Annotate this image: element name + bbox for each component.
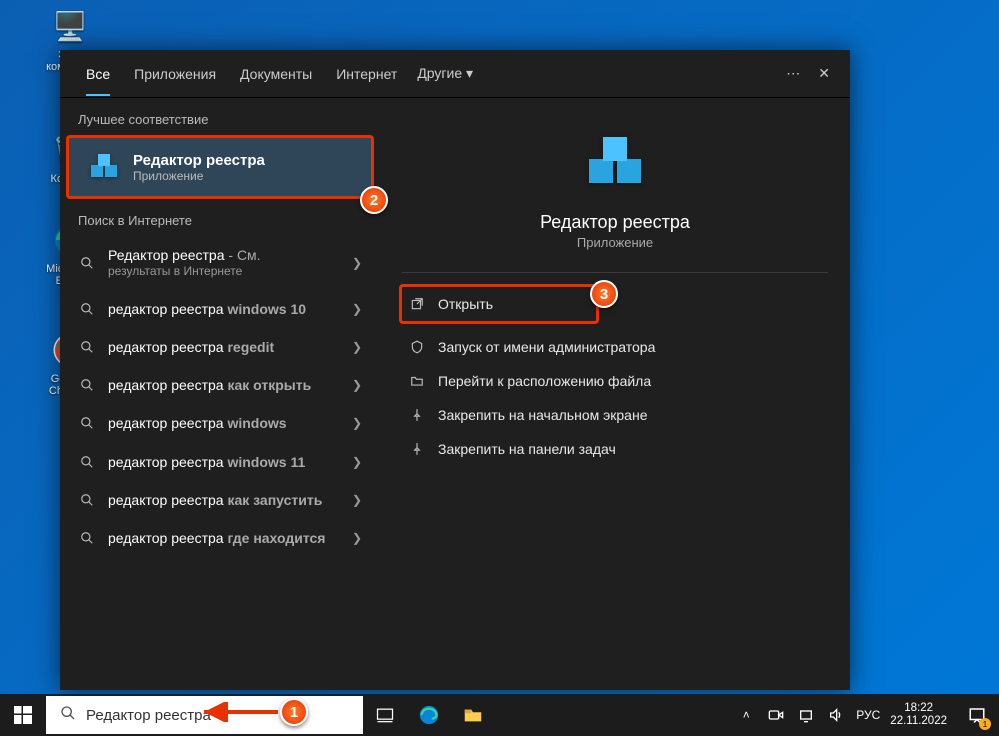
web-result[interactable]: редактор реестра как открыть ❯	[60, 366, 380, 404]
action-open[interactable]: Открыть	[402, 287, 596, 321]
web-result[interactable]: Редактор реестра - См.результаты в Интер…	[60, 236, 380, 290]
action-pin-taskbar[interactable]: Закрепить на панели задач	[402, 432, 828, 466]
search-tabs: Все Приложения Документы Интернет Другие…	[60, 50, 850, 98]
taskbar: ˄ РУС 18:22 22.11.2022 1	[0, 694, 999, 736]
annotation-arrow	[200, 702, 280, 722]
web-results-list: Редактор реестра - См.результаты в Интер…	[60, 236, 380, 557]
registry-editor-icon	[87, 150, 121, 184]
tab-documents[interactable]: Документы	[228, 52, 324, 96]
system-tray: ˄ РУС 18:22 22.11.2022	[728, 702, 955, 728]
start-search-panel: Все Приложения Документы Интернет Другие…	[60, 50, 850, 690]
web-result[interactable]: редактор реестра regedit ❯	[60, 328, 380, 366]
pin-icon	[408, 440, 426, 458]
clock-date: 22.11.2022	[890, 715, 947, 728]
web-result-text: редактор реестра как запустить	[108, 491, 340, 509]
search-icon	[78, 493, 96, 507]
search-icon	[78, 455, 96, 469]
chevron-right-icon[interactable]: ❯	[352, 378, 362, 392]
web-result[interactable]: редактор реестра windows 10 ❯	[60, 290, 380, 328]
open-icon	[408, 295, 426, 313]
tray-language[interactable]: РУС	[856, 708, 880, 722]
tray-chevron-up-icon[interactable]: ˄	[736, 705, 756, 725]
preview-subtitle: Приложение	[402, 235, 828, 250]
results-column: Лучшее соответствие Редактор реестра При…	[60, 98, 380, 690]
preview-title: Редактор реестра	[402, 212, 828, 233]
chevron-right-icon[interactable]: ❯	[352, 340, 362, 354]
action-run-as-admin[interactable]: Запуск от имени администратора	[402, 330, 828, 364]
panel-more-button[interactable]: ⋯	[786, 65, 800, 82]
search-icon	[78, 302, 96, 316]
chevron-right-icon[interactable]: ❯	[352, 256, 362, 270]
search-icon	[78, 416, 96, 430]
start-button[interactable]	[0, 694, 46, 736]
search-icon	[78, 256, 96, 270]
best-match-registry-editor[interactable]: Редактор реестра Приложение	[66, 135, 374, 199]
registry-editor-icon	[580, 128, 650, 198]
folder-icon	[408, 372, 426, 390]
web-result[interactable]: редактор реестра windows ❯	[60, 404, 380, 442]
search-icon	[78, 378, 96, 392]
chevron-right-icon[interactable]: ❯	[352, 493, 362, 507]
web-result-text: редактор реестра как открыть	[108, 376, 340, 394]
task-explorer[interactable]	[451, 694, 495, 736]
preview-column: Редактор реестра Приложение Открыть Запу…	[380, 98, 850, 690]
section-web-search: Поиск в Интернете	[60, 199, 380, 236]
panel-close-button[interactable]: ✕	[818, 65, 830, 82]
web-result-text: редактор реестра windows	[108, 414, 340, 432]
action-label: Закрепить на начальном экране	[438, 407, 648, 423]
chevron-right-icon[interactable]: ❯	[352, 416, 362, 430]
annotation-marker-2: 2	[360, 186, 388, 214]
web-result[interactable]: редактор реестра где находится ❯	[60, 519, 380, 557]
annotation-marker-1: 1	[280, 698, 308, 726]
web-result-text: Редактор реестра - См.результаты в Интер…	[108, 246, 340, 280]
action-open-file-location[interactable]: Перейти к расположению файла	[402, 364, 828, 398]
task-edge[interactable]	[407, 694, 451, 736]
action-label: Перейти к расположению файла	[438, 373, 651, 389]
pin-icon	[408, 406, 426, 424]
divider	[402, 272, 828, 273]
tray-clock[interactable]: 18:22 22.11.2022	[890, 702, 947, 728]
action-pin-start[interactable]: Закрепить на начальном экране	[402, 398, 828, 432]
best-match-title: Редактор реестра	[133, 152, 265, 169]
clock-time: 18:22	[890, 702, 947, 715]
tab-web[interactable]: Интернет	[324, 52, 409, 96]
web-result-text: редактор реестра regedit	[108, 338, 340, 356]
annotation-marker-3: 3	[590, 280, 618, 308]
web-result-text: редактор реестра где находится	[108, 529, 340, 547]
this-pc-icon: 🖥️	[50, 6, 90, 46]
chevron-right-icon[interactable]: ❯	[352, 302, 362, 316]
admin-icon	[408, 338, 426, 356]
best-match-subtitle: Приложение	[133, 169, 265, 183]
web-result[interactable]: редактор реестра как запустить ❯	[60, 481, 380, 519]
action-label: Открыть	[438, 296, 493, 312]
task-taskview[interactable]	[363, 694, 407, 736]
tray-meet-now-icon[interactable]	[766, 705, 786, 725]
tab-apps[interactable]: Приложения	[122, 52, 228, 96]
action-label: Запуск от имени администратора	[438, 339, 655, 355]
action-label: Закрепить на панели задач	[438, 441, 616, 457]
section-best-match: Лучшее соответствие	[60, 98, 380, 135]
tray-network-icon[interactable]	[796, 705, 816, 725]
search-icon	[78, 531, 96, 545]
tab-more[interactable]: Другие ▾	[409, 51, 481, 96]
chevron-right-icon[interactable]: ❯	[352, 531, 362, 545]
web-result-text: редактор реестра windows 10	[108, 300, 340, 318]
notification-badge: 1	[979, 718, 991, 730]
search-icon	[60, 705, 76, 726]
chevron-right-icon[interactable]: ❯	[352, 455, 362, 469]
web-result-text: редактор реестра windows 11	[108, 453, 340, 471]
tray-volume-icon[interactable]	[826, 705, 846, 725]
tab-all[interactable]: Все	[74, 52, 122, 96]
action-center-button[interactable]: 1	[955, 694, 999, 736]
web-result[interactable]: редактор реестра windows 11 ❯	[60, 443, 380, 481]
search-icon	[78, 340, 96, 354]
